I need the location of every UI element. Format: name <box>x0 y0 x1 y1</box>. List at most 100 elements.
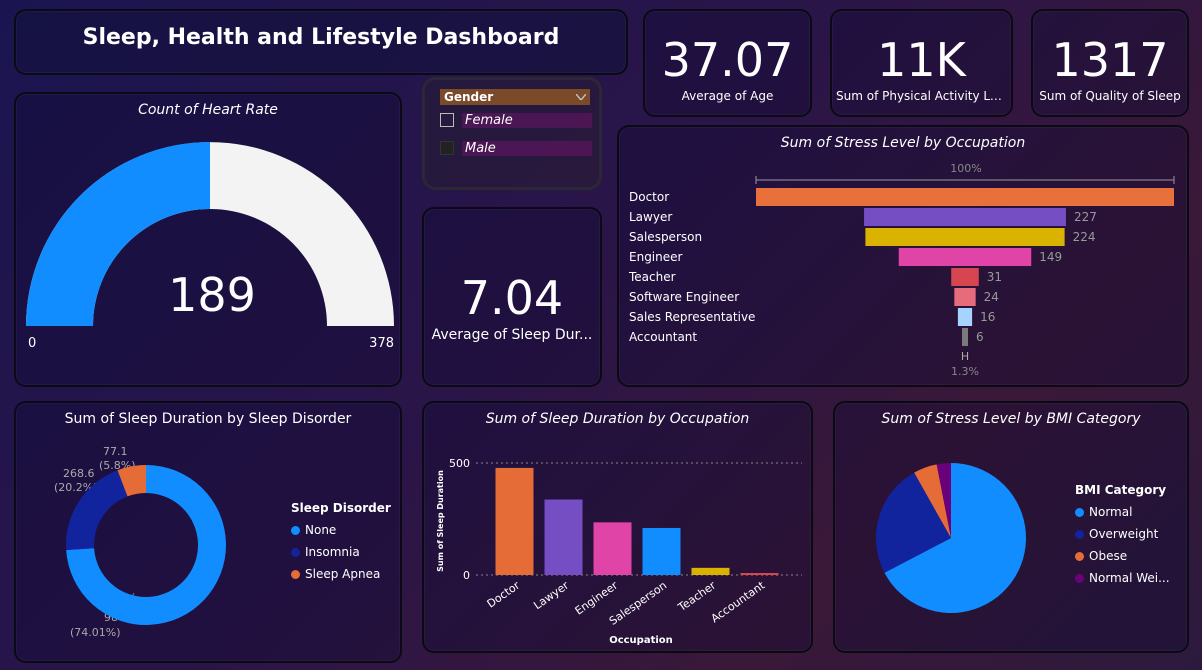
funnel-bar <box>954 288 976 306</box>
x-axis-label: Occupation <box>609 635 673 646</box>
heart-rate-gauge-card[interactable]: Count of Heart Rate 189 0 378 <box>14 92 402 387</box>
legend-item[interactable]: Normal Wei... <box>1075 571 1170 585</box>
kpi-label: Average of Sleep Dur... <box>431 327 593 343</box>
y-axis-label: Sum of Sleep Duration <box>436 470 445 572</box>
legend-title: Sleep Disorder <box>291 501 391 515</box>
funnel-category-label: Lawyer <box>629 210 672 224</box>
funnel-category-label: Sales Representative <box>629 310 755 324</box>
legend-label: Insomnia <box>305 545 360 559</box>
legend-label: Sleep Apnea <box>305 567 381 581</box>
funnel-bottom-percent: 1.3% <box>951 365 979 378</box>
kpi-label: Average of Age <box>681 89 774 103</box>
dashboard-title: Sleep, Health and Lifestyle Dashboard <box>82 25 560 50</box>
funnel-bar <box>898 248 1032 266</box>
legend-dot-icon <box>291 547 300 557</box>
donut-data-label: 77.1 <box>103 445 128 458</box>
legend-dot-icon <box>291 569 300 579</box>
kpi-quality-of-sleep[interactable]: 1317 Sum of Quality of Sleep <box>1031 9 1189 117</box>
legend-dot-icon <box>291 525 300 535</box>
legend-dot-icon <box>1075 529 1084 539</box>
donut-data-label: 268.6 <box>63 467 95 480</box>
gender-slicer[interactable]: Gender Female Male <box>422 77 602 190</box>
funnel-top-percent: 100% <box>950 162 981 175</box>
legend-dot-icon <box>1075 507 1084 517</box>
funnel-data-label: 6 <box>976 330 984 344</box>
stress-by-bmi-pie-card[interactable]: Sum of Stress Level by BMI Category BMI … <box>833 401 1189 653</box>
bar <box>691 567 730 575</box>
funnel-data-label: 31 <box>987 270 1002 284</box>
donut-legend: Sleep Disorder None Insomnia Sleep Apnea <box>291 501 391 581</box>
legend-label: Normal Wei... <box>1089 571 1170 585</box>
legend-dot-icon <box>1075 573 1084 583</box>
legend-dot-icon <box>1075 551 1084 561</box>
kpi-value: 11K <box>877 33 966 87</box>
funnel-data-label: 224 <box>1073 230 1096 244</box>
legend-title: BMI Category <box>1075 483 1167 497</box>
legend-label: Overweight <box>1089 527 1159 541</box>
gauge-min-label: 0 <box>28 336 36 351</box>
funnel-bar <box>951 268 979 286</box>
legend-label: Obese <box>1089 549 1128 563</box>
bar <box>544 499 583 575</box>
legend-item[interactable]: Sleep Apnea <box>291 567 391 581</box>
slicer-option-female[interactable]: Female <box>440 111 592 129</box>
option-label: Male <box>462 140 592 156</box>
funnel-bar <box>865 228 1065 246</box>
kpi-physical-activity[interactable]: 11K Sum of Physical Activity Le... <box>830 9 1013 117</box>
x-tick-label: Doctor <box>485 579 523 611</box>
legend-item[interactable]: Overweight <box>1075 527 1170 541</box>
funnel-bar <box>864 208 1066 226</box>
funnel-category-label: Doctor <box>629 190 669 204</box>
kpi-average-sleep-duration[interactable]: 7.04 Average of Sleep Dur... <box>422 207 602 387</box>
slicer-header[interactable]: Gender <box>440 89 590 105</box>
funnel-chart: 100% H 1.3% Doctor Lawyer 227 Salesperson 22… <box>628 162 1175 378</box>
legend-item[interactable]: Normal <box>1075 505 1170 519</box>
bar <box>495 467 534 575</box>
bar <box>642 527 681 575</box>
y-tick-label: 0 <box>463 569 470 582</box>
funnel-category-label: Accountant <box>629 330 697 344</box>
funnel-bar <box>962 328 968 346</box>
funnel-category-label: Teacher <box>628 270 676 284</box>
kpi-average-age[interactable]: 37.07 Average of Age <box>643 9 812 117</box>
bar <box>593 522 632 575</box>
y-tick-label: 500 <box>449 457 470 470</box>
funnel-bar <box>756 188 1174 206</box>
funnel-bottom-label: H <box>961 350 969 363</box>
x-tick-label: Lawyer <box>531 579 571 613</box>
donut-data-label: (74.01%) <box>70 626 121 639</box>
kpi-label: Sum of Quality of Sleep <box>1039 89 1181 103</box>
kpi-value: 1317 <box>1051 33 1169 87</box>
legend-item[interactable]: Obese <box>1075 549 1170 563</box>
kpi-label: Sum of Physical Activity Le... <box>836 89 1007 103</box>
kpi-value: 7.04 <box>460 271 564 325</box>
stress-by-occupation-funnel-card[interactable]: Sum of Stress Level by Occupation 100% H… <box>617 125 1189 387</box>
sleep-by-occupation-bar-card[interactable]: Sum of Sleep Duration by Occupation 500 … <box>422 401 813 653</box>
funnel-category-label: Engineer <box>629 250 683 264</box>
legend-label: None <box>305 523 337 537</box>
bar <box>740 573 779 575</box>
funnel-data-label: 227 <box>1074 210 1097 224</box>
x-tick-label: Teacher <box>675 579 719 615</box>
option-label: Female <box>462 112 592 128</box>
slicer-header-label: Gender <box>444 90 494 104</box>
legend-item[interactable]: Insomnia <box>291 545 391 559</box>
legend-label: Normal <box>1089 505 1133 519</box>
checkbox[interactable] <box>440 141 454 155</box>
legend-item[interactable]: None <box>291 523 391 537</box>
bar-chart: 500 0 Sum of Sleep Duration Occupation D… <box>436 457 802 646</box>
funnel-category-label: Software Engineer <box>629 290 739 304</box>
chevron-down-icon[interactable] <box>576 94 586 100</box>
gauge-value: 189 <box>168 268 256 322</box>
funnel-data-label: 16 <box>980 310 995 324</box>
sleep-disorder-donut-card[interactable]: Sum of Sleep Duration by Sleep Disorder … <box>14 401 402 663</box>
checkbox[interactable] <box>440 113 454 127</box>
slicer-option-male[interactable]: Male <box>440 139 592 157</box>
gauge-max-label: 378 <box>369 336 394 351</box>
kpi-value: 37.07 <box>661 33 794 87</box>
funnel-data-label: 149 <box>1039 250 1062 264</box>
gauge-chart: 189 0 378 <box>26 142 394 351</box>
funnel-data-label: 24 <box>984 290 999 304</box>
pie-legend: BMI Category Normal Overweight Obese Normal… <box>1075 483 1170 585</box>
dashboard-title-card: Sleep, Health and Lifestyle Dashboard <box>14 9 628 75</box>
